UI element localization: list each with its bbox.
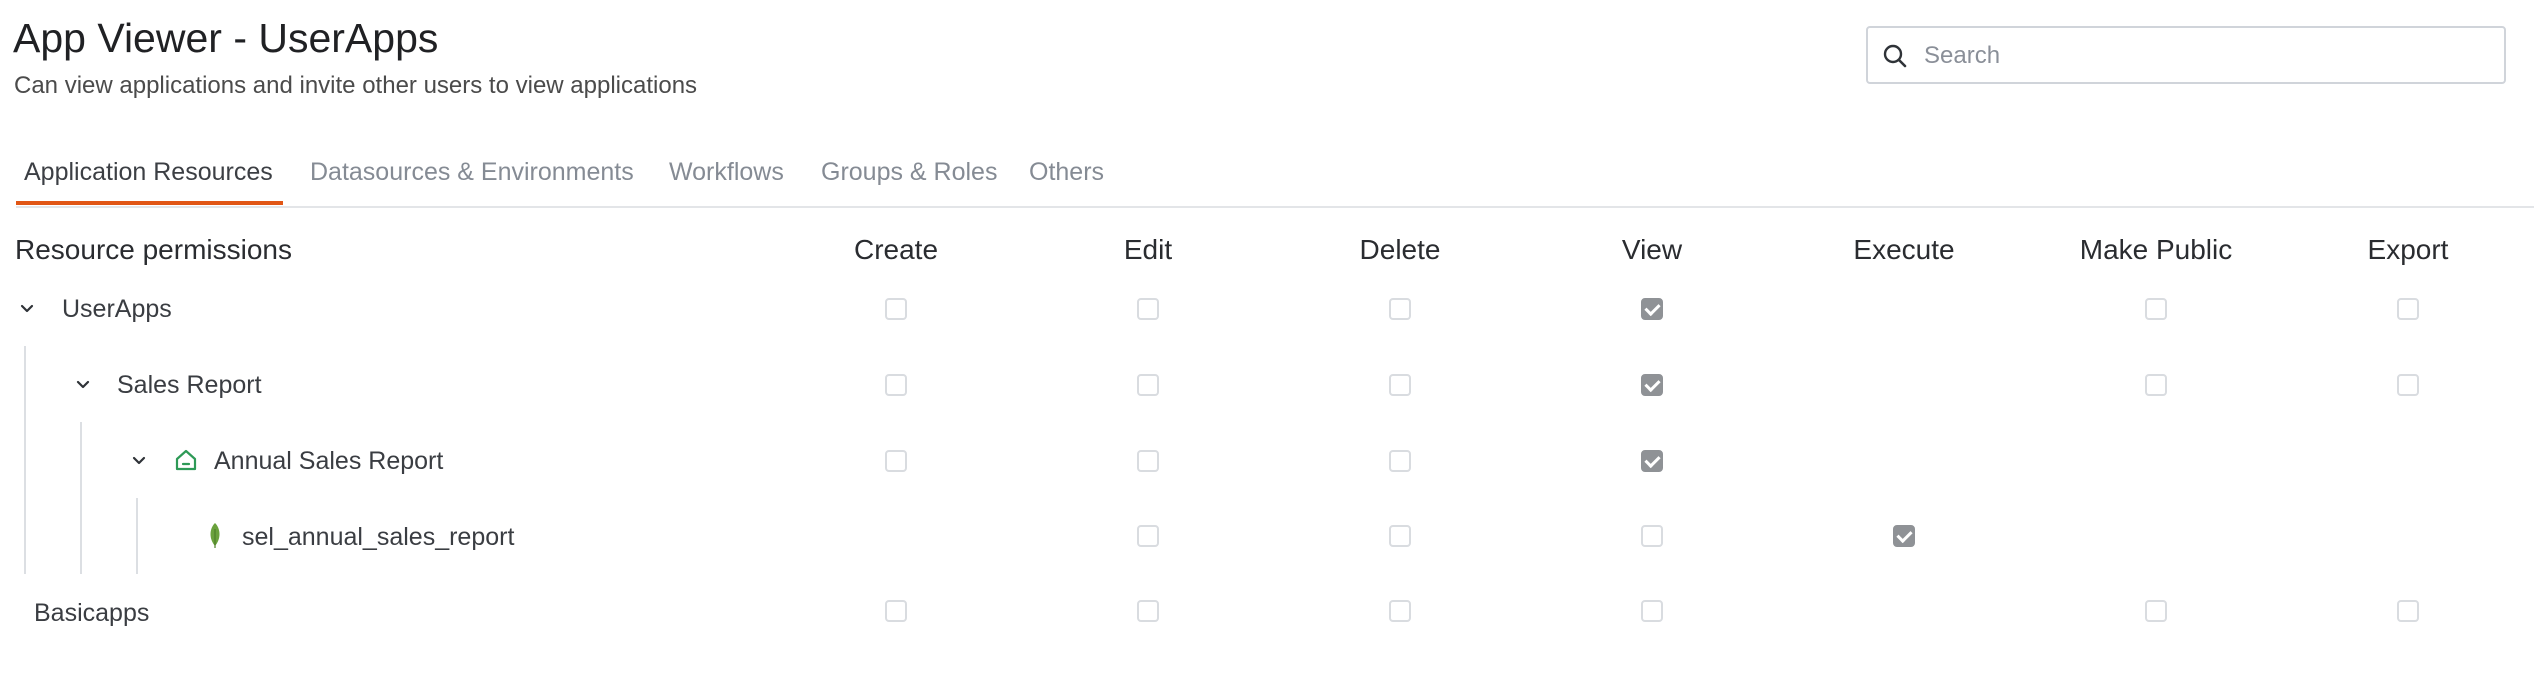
search-box[interactable]: [1866, 26, 2506, 84]
column-header-make-public: Make Public: [2079, 234, 2233, 265]
checkbox-view[interactable]: [1641, 600, 1663, 622]
home-icon: [175, 449, 197, 471]
tab-bar: Application Resources Datasources & Envi…: [0, 140, 2534, 208]
checkbox-export[interactable]: [2397, 298, 2419, 320]
chevron-down-icon[interactable]: [18, 300, 36, 318]
checkbox-delete[interactable]: [1389, 600, 1411, 622]
resource-permissions-header: Resource permissions: [15, 234, 292, 265]
column-header-execute: Execute: [1853, 234, 1955, 265]
tab-others[interactable]: Others: [1029, 140, 1104, 206]
row-label: UserApps: [62, 295, 172, 323]
page-subtitle: Can view applications and invite other u…: [14, 72, 698, 99]
row-label: sel_annual_sales_report: [242, 523, 515, 551]
tab-divider: [16, 206, 2534, 208]
row-label: Annual Sales Report: [214, 447, 444, 475]
checkbox-edit[interactable]: [1137, 450, 1159, 472]
chevron-down-icon[interactable]: [74, 376, 92, 394]
checkbox-view[interactable]: [1641, 525, 1663, 547]
row-label: Sales Report: [117, 371, 262, 399]
checkbox-delete[interactable]: [1389, 298, 1411, 320]
checkbox-create[interactable]: [885, 298, 907, 320]
column-header-create: Create: [853, 234, 939, 265]
checkbox-edit[interactable]: [1137, 374, 1159, 396]
table-row: Annual Sales Report: [0, 423, 2534, 499]
checkbox-export[interactable]: [2397, 600, 2419, 622]
table-row: sel_annual_sales_report: [0, 499, 2534, 575]
checkbox-make-public[interactable]: [2145, 374, 2167, 396]
checkbox-edit[interactable]: [1137, 298, 1159, 320]
checkbox-create[interactable]: [885, 374, 907, 396]
checkbox-edit[interactable]: [1137, 525, 1159, 547]
page-title: App Viewer - UserApps: [13, 15, 439, 61]
leaf-icon: [210, 523, 220, 548]
tab-datasources-environments[interactable]: Datasources & Environments: [310, 140, 634, 206]
checkbox-create[interactable]: [885, 600, 907, 622]
tab-workflows[interactable]: Workflows: [669, 140, 784, 206]
permissions-header-row: Resource permissions Create Edit Delete …: [0, 230, 2534, 270]
tab-groups-roles[interactable]: Groups & Roles: [821, 140, 997, 206]
checkbox-delete[interactable]: [1389, 374, 1411, 396]
active-tab-indicator: [16, 201, 283, 205]
checkbox-export[interactable]: [2397, 374, 2419, 396]
column-header-delete: Delete: [1359, 234, 1441, 265]
checkbox-execute[interactable]: [1893, 525, 1915, 547]
checkbox-delete[interactable]: [1389, 450, 1411, 472]
row-label: Basicapps: [34, 599, 150, 627]
column-header-view: View: [1621, 234, 1683, 265]
checkbox-create[interactable]: [885, 450, 907, 472]
search-input[interactable]: [1922, 28, 2486, 84]
column-header-export: Export: [2367, 234, 2449, 265]
checkbox-view[interactable]: [1641, 374, 1663, 396]
checkbox-edit[interactable]: [1137, 600, 1159, 622]
search-icon: [1883, 44, 1907, 68]
checkbox-delete[interactable]: [1389, 525, 1411, 547]
column-header-edit: Edit: [1123, 234, 1173, 265]
tab-application-resources[interactable]: Application Resources: [24, 140, 273, 206]
checkbox-view[interactable]: [1641, 298, 1663, 320]
checkbox-make-public[interactable]: [2145, 298, 2167, 320]
checkbox-make-public[interactable]: [2145, 600, 2167, 622]
chevron-down-icon[interactable]: [130, 452, 148, 470]
checkbox-view[interactable]: [1641, 450, 1663, 472]
